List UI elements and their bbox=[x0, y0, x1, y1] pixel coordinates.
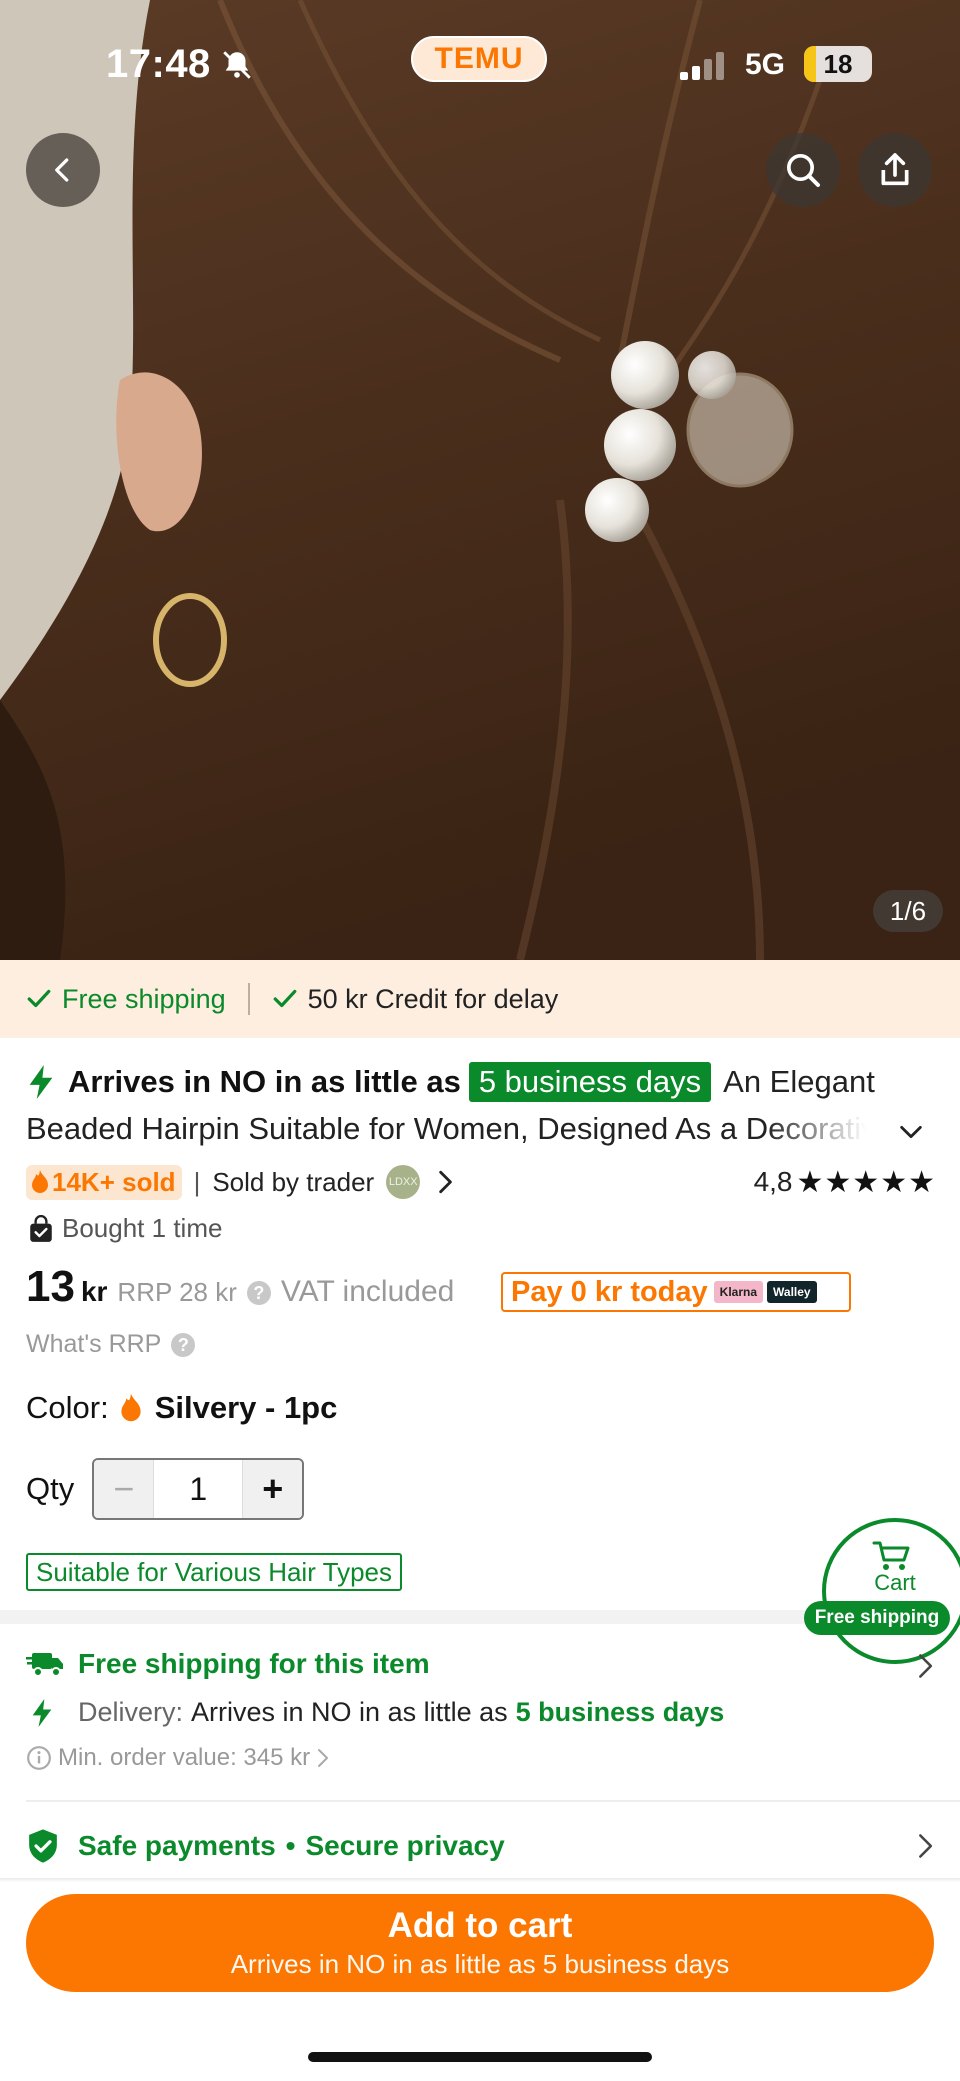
color-value: Silvery - 1pc bbox=[154, 1390, 338, 1425]
network-label: 5G bbox=[745, 48, 786, 81]
qty-plus-button[interactable]: + bbox=[242, 1460, 303, 1518]
promo-credit-label: 50 kr Credit for delay bbox=[307, 983, 559, 1014]
price-row: 13 kr RRP 28 kr ? VAT included bbox=[26, 1262, 454, 1318]
price-amount: 13 bbox=[26, 1262, 75, 1311]
promo-free-shipping: Free shipping bbox=[26, 984, 226, 1015]
qty-value[interactable]: 1 bbox=[154, 1460, 242, 1518]
arrives-text: Arrives in NO in as little as bbox=[68, 1064, 461, 1099]
chevron-right-icon[interactable] bbox=[914, 1652, 936, 1680]
min-order-row[interactable]: Min. order value: 345 kr bbox=[26, 1744, 330, 1772]
shipping-title[interactable]: Free shipping for this item bbox=[26, 1648, 430, 1680]
safe-payments-row[interactable]: Safe payments • Secure privacy bbox=[26, 1828, 505, 1864]
battery-percent: 18 bbox=[823, 48, 853, 79]
arrives-days-badge: 5 business days bbox=[468, 1061, 712, 1102]
qty-minus-button[interactable]: − bbox=[94, 1460, 155, 1518]
cart-free-shipping-badge: Free shipping bbox=[804, 1601, 950, 1635]
pay-today-label: Pay 0 kr today bbox=[511, 1275, 708, 1308]
delivery-row: Delivery: Arrives in NO in as little as … bbox=[30, 1697, 724, 1728]
add-to-cart-label: Add to cart bbox=[387, 1906, 573, 1945]
pay-later-banner[interactable]: Pay 0 kr today Klarna Walley bbox=[501, 1272, 851, 1312]
chevron-right-icon[interactable] bbox=[434, 1169, 456, 1195]
bought-row: Bought 1 time bbox=[28, 1213, 222, 1244]
rating-value: 4,8 bbox=[753, 1166, 793, 1197]
shield-icon bbox=[29, 1829, 57, 1863]
add-to-cart-button[interactable]: Add to cart Arrives in NO in as little a… bbox=[26, 1894, 934, 1992]
chevron-right-icon[interactable] bbox=[914, 1832, 936, 1860]
rrp-price: RRP 28 kr bbox=[117, 1277, 237, 1307]
delivery-days: 5 business days bbox=[515, 1697, 725, 1727]
search-icon bbox=[787, 154, 820, 187]
chevron-left-icon bbox=[55, 158, 69, 182]
promo-divider bbox=[247, 983, 250, 1015]
quantity-row: Qty − 1 + bbox=[26, 1458, 305, 1520]
status-bar: 17:48 TEMU 5G 18 bbox=[0, 0, 960, 120]
title-start: An Elegant bbox=[723, 1064, 875, 1099]
help-icon: ? bbox=[171, 1332, 196, 1357]
search-button[interactable] bbox=[766, 133, 840, 207]
product-title[interactable]: Arrives in NO in as little as 5 business… bbox=[26, 1058, 906, 1152]
safe-payments-label: Safe payments bbox=[78, 1830, 276, 1861]
rating[interactable]: 4,8 ★★★★★ bbox=[754, 1165, 936, 1200]
dot-separator: • bbox=[285, 1830, 296, 1861]
promo-credit: 50 kr Credit for delay bbox=[272, 983, 559, 1015]
delivery-label: Delivery: bbox=[78, 1697, 184, 1727]
flame-icon bbox=[32, 1170, 48, 1193]
share-icon bbox=[881, 153, 909, 186]
seller-label[interactable]: Sold by trader bbox=[212, 1167, 374, 1198]
signal-icon bbox=[680, 52, 724, 80]
quantity-stepper[interactable]: − 1 + bbox=[92, 1458, 305, 1520]
shipping-title-label: Free shipping for this item bbox=[78, 1648, 430, 1679]
rating-stars: ★★★★★ bbox=[796, 1165, 936, 1199]
bought-count: Bought 1 time bbox=[62, 1213, 223, 1243]
info-icon bbox=[27, 1746, 51, 1770]
walley-logo: Walley bbox=[767, 1281, 817, 1303]
battery-indicator: 18 bbox=[804, 46, 872, 82]
seller-separator: | bbox=[193, 1166, 201, 1197]
secure-privacy-label: Secure privacy bbox=[305, 1830, 505, 1861]
bottom-bar-shadow bbox=[0, 1878, 960, 1882]
qty-label: Qty bbox=[26, 1471, 75, 1506]
sold-count: 14K+ sold bbox=[52, 1166, 176, 1197]
home-indicator[interactable] bbox=[308, 2052, 652, 2062]
check-icon bbox=[273, 989, 296, 1008]
promo-strip[interactable]: Free shipping 50 kr Credit for delay bbox=[0, 960, 960, 1038]
share-button[interactable] bbox=[858, 133, 932, 207]
delivery-text: Arrives in NO in as little as bbox=[191, 1697, 508, 1727]
color-selector[interactable]: Color: Silvery - 1pc bbox=[26, 1390, 337, 1426]
promo-free-shipping-label: Free shipping bbox=[62, 983, 226, 1014]
min-order-label: Min. order value: 345 kr bbox=[58, 1744, 311, 1771]
vat-label: VAT included bbox=[280, 1275, 455, 1308]
product-image-gallery[interactable]: 17:48 TEMU 5G 18 1/6 bbox=[0, 0, 960, 960]
whats-rrp-label: What's RRP bbox=[26, 1330, 162, 1358]
lightning-icon bbox=[29, 1064, 53, 1099]
add-to-cart-sublabel: Arrives in NO in as little as 5 business… bbox=[230, 1949, 730, 1979]
truck-icon bbox=[26, 1653, 63, 1677]
color-label: Color: bbox=[26, 1390, 109, 1425]
back-button[interactable] bbox=[26, 133, 100, 207]
chevron-right-icon bbox=[318, 1749, 329, 1767]
chevron-down-icon[interactable] bbox=[897, 1118, 925, 1146]
sold-badge: 14K+ sold bbox=[26, 1164, 182, 1200]
cart-label: Cart bbox=[874, 1570, 916, 1595]
whats-rrp-link[interactable]: What's RRP ? bbox=[26, 1330, 196, 1359]
check-icon bbox=[27, 989, 51, 1008]
status-time: 17:48 bbox=[106, 42, 211, 86]
bell-muted-icon bbox=[223, 51, 251, 79]
seller-avatar[interactable]: LDXX bbox=[386, 1165, 421, 1199]
flame-icon bbox=[121, 1393, 141, 1422]
divider bbox=[26, 1800, 960, 1802]
title-rest: Beaded Hairpin Suitable for Women, Desig… bbox=[26, 1111, 866, 1146]
cart-icon bbox=[872, 1541, 910, 1570]
price-unit: kr bbox=[80, 1276, 108, 1307]
image-counter: 1/6 bbox=[873, 890, 943, 932]
lightning-icon bbox=[32, 1698, 52, 1727]
sold-row: 14K+ sold | Sold by trader LDXX 4,8 ★★★★… bbox=[26, 1162, 936, 1202]
hair-type-tag: Suitable for Various Hair Types bbox=[26, 1553, 402, 1591]
shopping-bag-icon bbox=[30, 1214, 52, 1242]
app-badge: TEMU bbox=[411, 36, 547, 82]
klarna-logo: Klarna bbox=[713, 1281, 764, 1303]
help-icon[interactable]: ? bbox=[246, 1281, 271, 1305]
